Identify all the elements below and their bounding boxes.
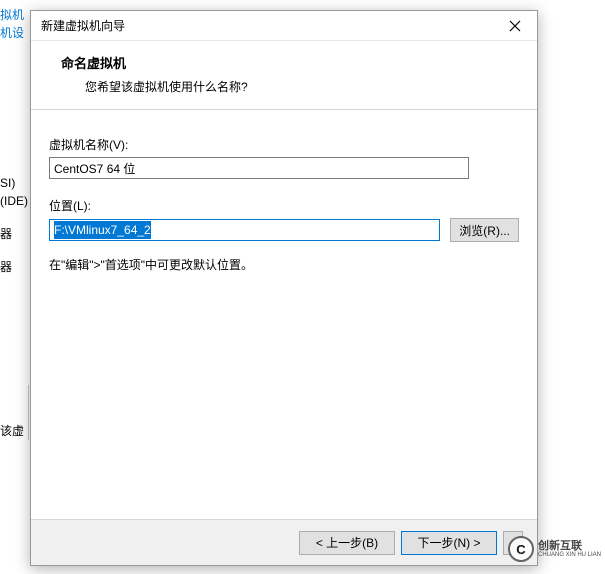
vm-name-label: 虚拟机名称(V): xyxy=(49,136,519,153)
wizard-content: 虚拟机名称(V): 位置(L): F:\VMlinux7_64_2 浏览(R).… xyxy=(31,110,537,519)
next-button[interactable]: 下一步(N) > xyxy=(401,531,497,555)
bg-divider xyxy=(28,385,29,440)
wizard-step-subtitle: 您希望该虚拟机使用什么名称? xyxy=(85,78,519,95)
bg-text: (IDE) xyxy=(0,194,28,208)
new-vm-wizard-dialog: 新建虚拟机向导 命名虚拟机 您希望该虚拟机使用什么名称? 虚拟机名称(V): 位… xyxy=(30,10,538,566)
location-hint: 在"编辑">"首选项"中可更改默认位置。 xyxy=(49,256,519,273)
bg-text: 拟机 xyxy=(0,6,24,23)
location-label: 位置(L): xyxy=(49,197,519,214)
watermark: C 创新互联 CHUANG XIN HU LIAN xyxy=(508,536,601,562)
vm-name-input[interactable] xyxy=(49,157,469,179)
location-input[interactable]: F:\VMlinux7_64_2 xyxy=(49,219,440,241)
browse-button[interactable]: 浏览(R)... xyxy=(450,218,519,242)
close-icon[interactable] xyxy=(495,12,535,40)
watermark-logo-icon: C xyxy=(508,536,534,562)
wizard-step-title: 命名虚拟机 xyxy=(61,53,519,72)
dialog-titlebar: 新建虚拟机向导 xyxy=(31,11,537,41)
bg-text: 该虚 xyxy=(0,422,24,439)
background-window-fragment: 拟机 机设 SI) (IDE) 器 器 该虚 xyxy=(0,0,30,574)
bg-text: 器 xyxy=(0,258,12,275)
wizard-header: 命名虚拟机 您希望该虚拟机使用什么名称? xyxy=(31,41,537,110)
bg-text: SI) xyxy=(0,176,15,190)
dialog-title: 新建虚拟机向导 xyxy=(39,17,495,34)
bg-text: 器 xyxy=(0,225,12,242)
watermark-text: 创新互联 CHUANG XIN HU LIAN xyxy=(538,540,601,559)
bg-text: 机设 xyxy=(0,24,24,41)
back-button[interactable]: < 上一步(B) xyxy=(299,531,395,555)
wizard-footer: < 上一步(B) 下一步(N) > xyxy=(31,519,537,565)
